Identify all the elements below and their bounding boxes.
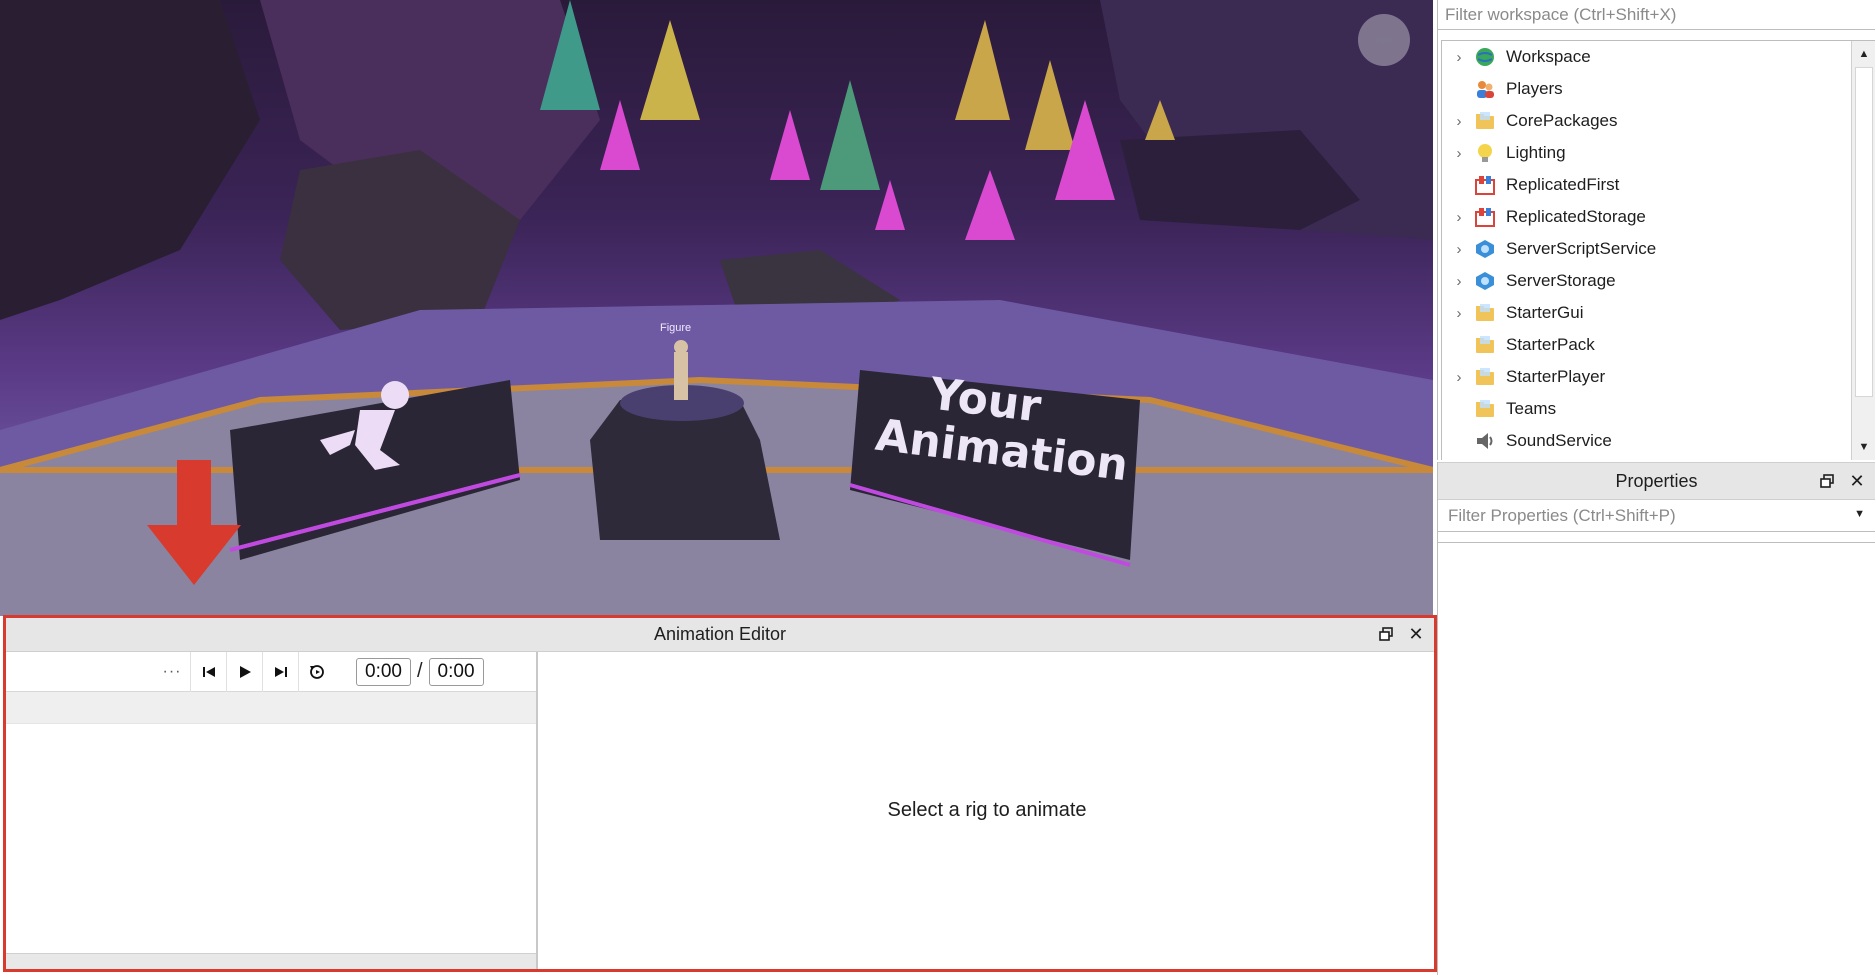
workspace-globe-icon	[1472, 44, 1498, 70]
total-time-input[interactable]: 0:00	[428, 657, 484, 686]
time-separator: /	[416, 660, 423, 682]
tree-item-label: Teams	[1506, 399, 1557, 418]
players-icon	[1472, 76, 1498, 102]
close-icon[interactable]: ✕	[1406, 624, 1426, 644]
gizmo-label: right	[1376, 35, 1392, 45]
expand-chevron-icon[interactable]: ›	[1446, 49, 1472, 66]
tree-item-label: ReplicatedFirst	[1506, 175, 1620, 194]
explorer-filter-input[interactable]	[1445, 4, 1875, 25]
rig-figure	[674, 352, 688, 400]
replicated-icon	[1472, 204, 1498, 230]
animation-editor-titlebar[interactable]: Animation Editor ✕	[6, 618, 1434, 652]
animation-editor-panel: Animation Editor ✕ ··· 0:00 / 0:00 Selec…	[3, 615, 1437, 972]
tree-item-teams[interactable]: Teams	[1442, 393, 1875, 425]
skip-to-end-icon[interactable]	[262, 651, 298, 692]
tree-item-label: ReplicatedStorage	[1506, 207, 1646, 226]
expand-chevron-icon[interactable]: ›	[1446, 369, 1472, 386]
scroll-down-icon[interactable]: ▼	[1852, 436, 1875, 458]
studio-window: Figure Your Animation right Animation Ed…	[0, 0, 1875, 975]
tree-item-starterplayer[interactable]: › StarterPlayer	[1442, 361, 1875, 393]
more-options-button[interactable]: ···	[154, 652, 190, 692]
explorer-tree: › Workspace Players › CorePackages › Lighting R…	[1441, 40, 1875, 460]
tree-item-startergui[interactable]: › StarterGui	[1442, 297, 1875, 329]
expand-chevron-icon[interactable]: ›	[1446, 241, 1472, 258]
figure-label: Figure	[660, 322, 692, 334]
expand-chevron-icon[interactable]: ›	[1446, 209, 1472, 226]
tree-item-replicatedfirst[interactable]: ReplicatedFirst	[1442, 169, 1875, 201]
tree-item-label: Lighting	[1506, 143, 1566, 162]
tree-item-lighting[interactable]: › Lighting	[1442, 137, 1875, 169]
animation-editor-title: Animation Editor	[653, 624, 787, 644]
properties-filter-input[interactable]	[1448, 505, 1838, 526]
replicated-icon	[1472, 172, 1498, 198]
current-time-input[interactable]: 0:00	[356, 657, 411, 686]
properties-list	[1438, 542, 1875, 975]
tree-item-label: ServerStorage	[1506, 271, 1616, 290]
properties-close-icon[interactable]: ✕	[1847, 471, 1867, 491]
tree-item-label: StarterPlayer	[1506, 367, 1606, 386]
properties-titlebar[interactable]: Properties ✕	[1438, 462, 1875, 500]
properties-filter: ▼	[1438, 500, 1875, 532]
properties-filter-dropdown-icon[interactable]: ▼	[1854, 508, 1865, 520]
play-icon[interactable]	[226, 651, 262, 692]
tree-item-soundservice[interactable]: SoundService	[1442, 425, 1875, 457]
server-storage-icon	[1472, 268, 1498, 294]
starter-pack-icon	[1472, 332, 1498, 358]
select-rig-message: Select a rig to animate	[887, 799, 1087, 821]
scene-graphics	[0, 0, 1433, 616]
expand-chevron-icon[interactable]: ›	[1446, 113, 1472, 130]
tree-item-label: StarterGui	[1506, 303, 1584, 322]
tree-item-serverscriptservice[interactable]: › ServerScriptService	[1442, 233, 1875, 265]
folder-icon	[1472, 108, 1498, 134]
properties-undock-icon[interactable]	[1817, 471, 1837, 491]
tree-item-label: StarterPack	[1506, 335, 1595, 354]
tree-item-starterpack[interactable]: StarterPack	[1442, 329, 1875, 361]
scroll-up-icon[interactable]: ▲	[1852, 43, 1875, 65]
tree-item-label: SoundService	[1506, 431, 1612, 450]
tree-item-label: Workspace	[1506, 47, 1591, 66]
game-viewport[interactable]: Figure Your Animation right	[0, 0, 1433, 616]
server-script-icon	[1472, 236, 1498, 262]
view-cube-gizmo[interactable]: right	[1358, 14, 1410, 66]
track-list-pane: ··· 0:00 / 0:00	[6, 651, 538, 969]
left-cliff	[0, 0, 260, 320]
explorer-scrollbar[interactable]: ▲ ▼	[1851, 41, 1875, 460]
tree-item-replicatedstorage[interactable]: › ReplicatedStorage	[1442, 201, 1875, 233]
scroll-thumb[interactable]	[1855, 67, 1873, 397]
expand-chevron-icon[interactable]: ›	[1446, 273, 1472, 290]
track-header-row	[6, 692, 536, 724]
properties-title: Properties	[1615, 470, 1698, 491]
trees	[540, 0, 1175, 240]
loop-icon[interactable]	[298, 651, 334, 692]
teams-icon	[1472, 396, 1498, 422]
tree-item-label: ServerScriptService	[1506, 239, 1657, 258]
lightbulb-icon	[1472, 140, 1498, 166]
skip-to-start-icon[interactable]	[190, 651, 226, 692]
tree-item-label: CorePackages	[1506, 111, 1618, 130]
explorer-filter	[1438, 0, 1875, 30]
undock-icon[interactable]	[1376, 624, 1396, 644]
tree-item-players[interactable]: Players	[1442, 73, 1875, 105]
speaker-icon	[1472, 428, 1498, 454]
tree-item-label: Players	[1506, 79, 1563, 98]
expand-chevron-icon[interactable]: ›	[1446, 145, 1472, 162]
track-list-scrollbar[interactable]	[6, 953, 536, 969]
starter-gui-icon	[1472, 300, 1498, 326]
explorer-panel: › Workspace Players › CorePackages › Lighting R…	[1437, 0, 1875, 460]
tree-item-workspace[interactable]: › Workspace	[1442, 41, 1875, 73]
starter-player-icon	[1472, 364, 1498, 390]
time-display: 0:00 / 0:00	[356, 657, 484, 686]
track-list	[6, 725, 536, 953]
tree-item-corepackages[interactable]: › CorePackages	[1442, 105, 1875, 137]
properties-panel: Properties ✕ ▼	[1437, 462, 1875, 975]
tree-item-serverstorage[interactable]: › ServerStorage	[1442, 265, 1875, 297]
expand-chevron-icon[interactable]: ›	[1446, 305, 1472, 322]
playback-toolbar: ··· 0:00 / 0:00	[6, 651, 536, 692]
timeline-pane: Select a rig to animate	[540, 652, 1434, 969]
